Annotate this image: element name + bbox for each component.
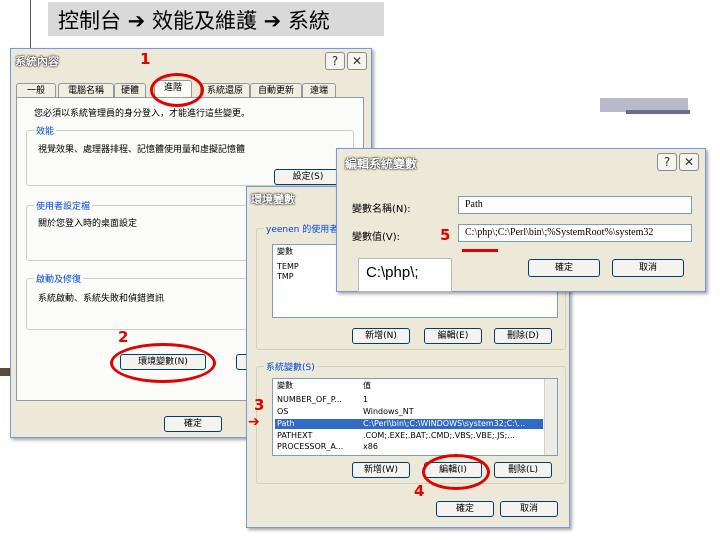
tab-general[interactable]: 一般 bbox=[16, 83, 56, 98]
system-variables-label: 系統變數(S) bbox=[264, 360, 317, 373]
arrow-icon: ➔ bbox=[248, 414, 260, 430]
highlight-ring-advanced-tab bbox=[150, 73, 204, 107]
window-title: 系統內容 bbox=[15, 55, 59, 68]
edit-help-button[interactable]: ? bbox=[657, 153, 677, 171]
highlight-ring-env-button bbox=[110, 343, 216, 383]
callout-text: C:\php\; bbox=[366, 264, 419, 281]
env-cancel-button[interactable]: 取消 bbox=[500, 501, 558, 517]
sys-var-name: Path bbox=[277, 419, 295, 428]
startup-recovery-description: 系統啟動、系統失敗和偵錯資訊 bbox=[38, 294, 165, 304]
edit-ok-button[interactable]: 確定 bbox=[528, 259, 600, 277]
user-delete-button[interactable]: 刪除(D) bbox=[494, 328, 552, 344]
user-edit-button[interactable]: 編輯(E) bbox=[424, 328, 482, 344]
table-row[interactable]: OS Windows_NT bbox=[275, 407, 543, 417]
tab-hardware[interactable]: 硬體 bbox=[114, 83, 146, 98]
performance-label: 效能 bbox=[34, 124, 57, 137]
sys-var-value: C:\Perl\bin\;C:\WINDOWS\system32;C:\... bbox=[363, 419, 526, 428]
user-var-name: TEMP bbox=[277, 262, 299, 271]
tab-auto-update[interactable]: 自動更新 bbox=[250, 83, 302, 98]
table-row[interactable]: PATHEXT .COM;.EXE;.BAT;.CMD;.VBS;.VBE;.J… bbox=[275, 431, 543, 441]
list-scrollbar[interactable] bbox=[544, 379, 557, 455]
list-header: 變數 值 bbox=[275, 381, 543, 391]
variable-name-field[interactable]: Path bbox=[458, 196, 692, 214]
help-button[interactable]: ? bbox=[325, 52, 345, 70]
decor-bar-accent bbox=[626, 110, 690, 114]
intro-text: 您必須以系統管理員的身分登入，才能進行這些變更。 bbox=[34, 109, 251, 119]
system-new-button[interactable]: 新增(W) bbox=[352, 462, 410, 478]
table-row[interactable]: NUMBER_OF_P... 1 bbox=[275, 395, 543, 405]
tab-computer-name[interactable]: 電腦名稱 bbox=[58, 83, 114, 98]
step-marker-5: 5 bbox=[440, 226, 451, 244]
sys-var-name: PROCESSOR_A... bbox=[277, 442, 344, 451]
system-variables-list[interactable]: 變數 值 NUMBER_OF_P... 1 OS Windows_NT Path… bbox=[272, 378, 558, 456]
user-profiles-label: 使用者設定檔 bbox=[34, 199, 93, 212]
user-variables-label: yeenen 的使用者 bbox=[264, 222, 341, 235]
sys-var-name: NUMBER_OF_P... bbox=[277, 395, 342, 404]
sys-var-value: Windows_NT bbox=[363, 407, 414, 416]
performance-settings-button[interactable]: 設定(S) bbox=[274, 169, 342, 185]
user-profiles-group bbox=[26, 205, 248, 261]
user-profiles-description: 關於您登入時的桌面設定 bbox=[38, 219, 138, 229]
step-marker-3: 3 bbox=[254, 396, 265, 414]
env-ok-button[interactable]: 確定 bbox=[436, 501, 494, 517]
performance-description: 視覺效果、處理器排程、記憶體使用量和虛擬記憶體 bbox=[38, 145, 246, 155]
step-marker-2: 2 bbox=[118, 328, 129, 346]
tab-remote[interactable]: 遠端 bbox=[302, 83, 336, 98]
startup-recovery-label: 啟動及修復 bbox=[34, 272, 84, 285]
column-variable: 變數 bbox=[277, 247, 293, 256]
edit-window-title: 編輯系統變數 bbox=[345, 157, 418, 171]
tab-system-restore[interactable]: 系統還原 bbox=[200, 83, 250, 98]
variable-name-label: 變數名稱(N): bbox=[352, 204, 411, 215]
window-titlebar: 系統內容 ? ✕ bbox=[11, 49, 371, 71]
env-window-title: 環境變數 bbox=[251, 193, 295, 206]
close-button[interactable]: ✕ bbox=[347, 52, 367, 70]
page-title: 控制台 ➔ 效能及維護 ➔ 系統 bbox=[58, 9, 330, 33]
sys-var-value: x86 bbox=[363, 442, 378, 451]
table-row-selected[interactable]: Path C:\Perl\bin\;C:\WINDOWS\system32;C:… bbox=[275, 419, 543, 429]
system-delete-button[interactable]: 刪除(L) bbox=[494, 462, 552, 478]
column-value: 值 bbox=[363, 381, 371, 390]
variable-value-label: 變數值(V): bbox=[352, 232, 401, 243]
user-var-name: TMP bbox=[277, 272, 294, 281]
column-variable: 變數 bbox=[277, 381, 293, 390]
startup-recovery-group bbox=[26, 278, 248, 330]
edit-close-button[interactable]: ✕ bbox=[679, 153, 699, 171]
sys-var-name: PATHEXT bbox=[277, 431, 313, 440]
table-row[interactable]: PROCESSOR_A... x86 bbox=[275, 442, 543, 452]
main-ok-button[interactable]: 確定 bbox=[164, 416, 222, 432]
sys-var-value: 1 bbox=[363, 395, 369, 404]
sys-var-value: .COM;.EXE;.BAT;.CMD;.VBS;.VBE;.JS;... bbox=[363, 431, 515, 440]
user-new-button[interactable]: 新增(N) bbox=[352, 328, 410, 344]
highlight-ring-edit-button bbox=[422, 454, 490, 490]
value-underline bbox=[462, 249, 498, 252]
edit-cancel-button[interactable]: 取消 bbox=[612, 259, 684, 277]
variable-value-field[interactable]: C:\php\;C:\Perl\bin\;%SystemRoot%\system… bbox=[458, 224, 692, 242]
sys-var-name: OS bbox=[277, 407, 289, 416]
edit-titlebar: 編輯系統變數 ? ✕ bbox=[337, 149, 705, 175]
step-marker-4: 4 bbox=[414, 482, 425, 500]
step-marker-1: 1 bbox=[140, 50, 151, 68]
